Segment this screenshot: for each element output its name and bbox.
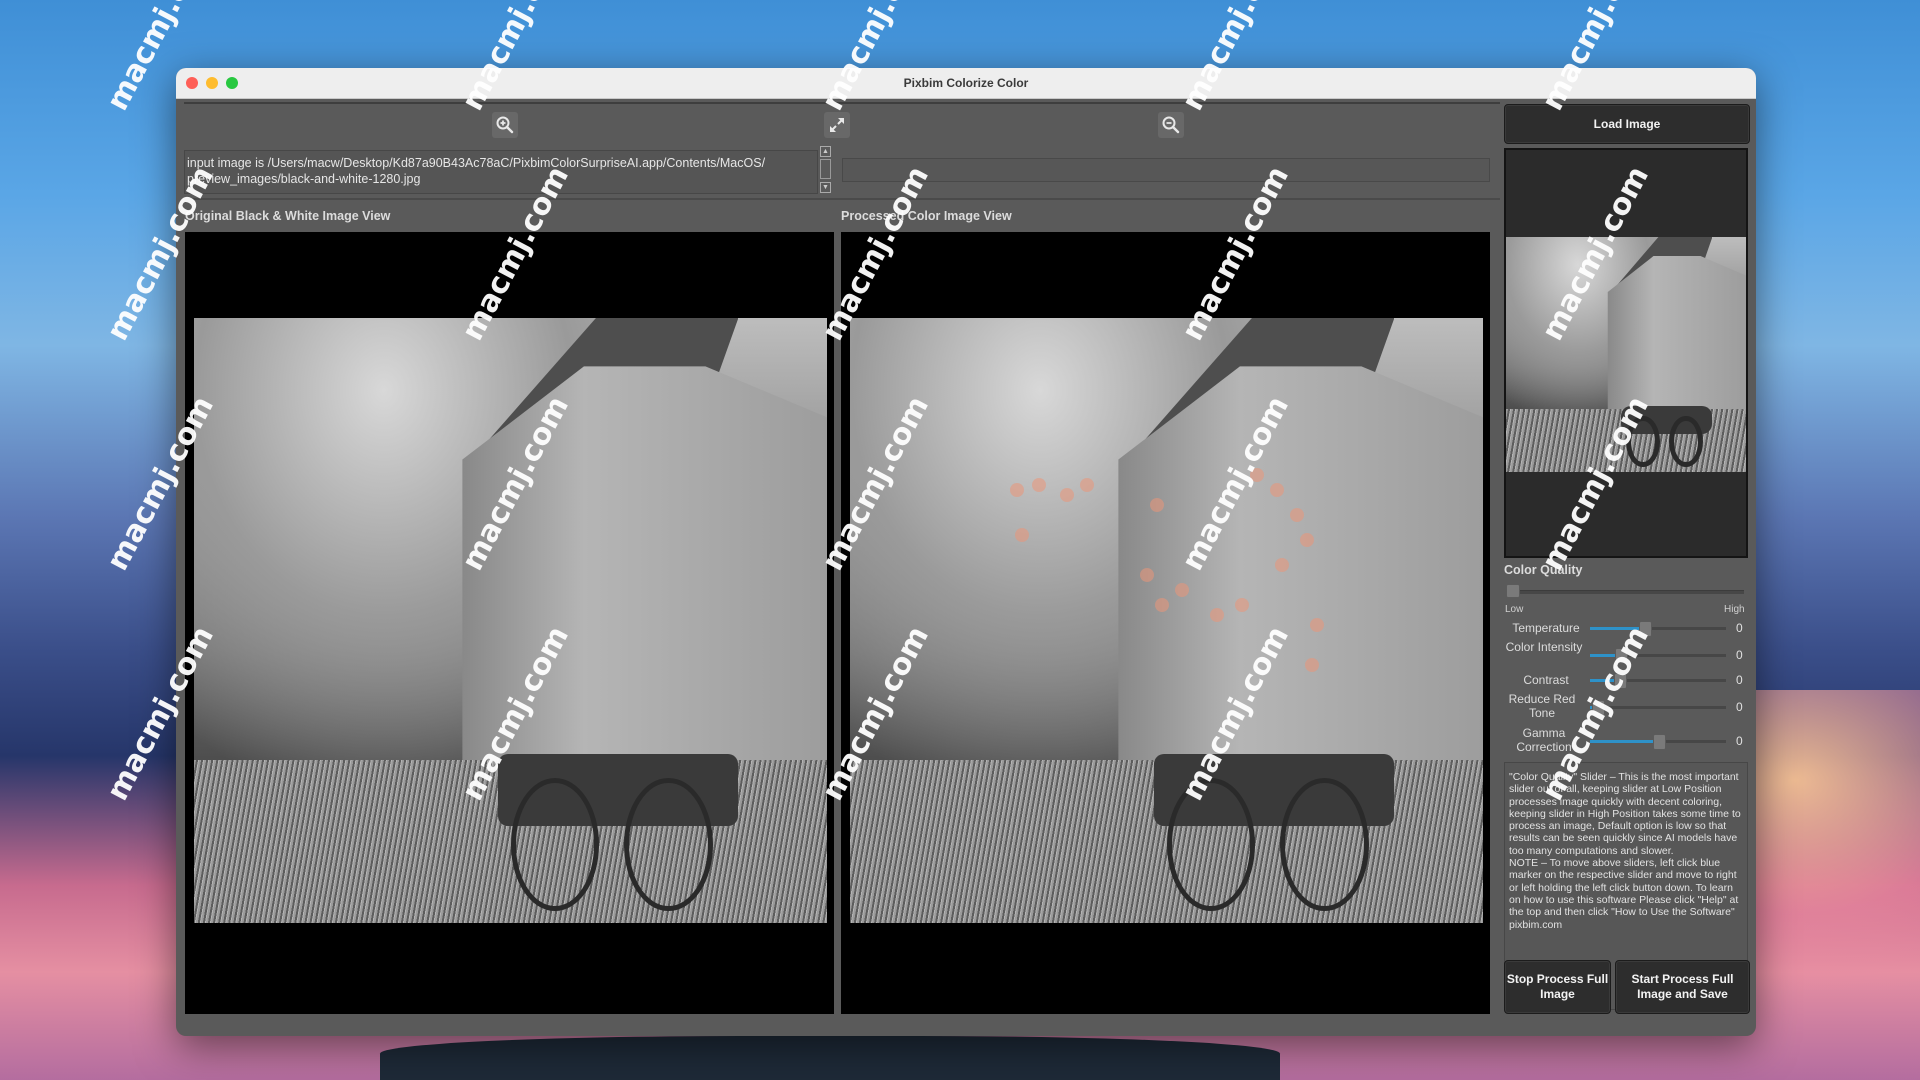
stop-process-button[interactable]: Stop Process Full Image <box>1504 960 1611 1014</box>
original-image-view[interactable] <box>185 232 834 1014</box>
slider-row-color-intensity: Color Intensity 0 <box>1504 640 1748 666</box>
thumbnail-preview <box>1504 148 1748 558</box>
reduce-red-tone-slider[interactable] <box>1590 700 1726 716</box>
title-bar: Pixbim Colorize Color <box>176 68 1756 99</box>
color-blob <box>1060 488 1074 502</box>
scroll-up-arrow-icon[interactable]: ▲ <box>820 146 831 157</box>
scroll-down-arrow-icon[interactable]: ▼ <box>820 182 831 193</box>
zoom-in-icon <box>496 116 514 134</box>
zoom-out-icon <box>1162 116 1180 134</box>
slider-label: Color Intensity <box>1505 640 1583 654</box>
info-log-line: input image is /Users/macw/Desktop/Kd87a… <box>187 156 766 170</box>
slider-handle[interactable] <box>1591 700 1605 716</box>
color-blob <box>1140 568 1154 582</box>
desktop-wallpaper-rocks <box>380 1036 1280 1080</box>
color-blob <box>1015 528 1029 542</box>
info-log-scrollbar[interactable]: ▲ ▼ <box>820 146 832 194</box>
zoom-out-button[interactable] <box>1158 112 1184 138</box>
color-blob <box>1032 478 1046 492</box>
thumbnail-image <box>1506 237 1746 472</box>
color-quality-slider-handle[interactable] <box>1506 584 1520 598</box>
slider-label: Reduce Red Tone <box>1508 692 1576 720</box>
help-text-content: "Color Quality" Slider – This is the mos… <box>1509 771 1741 931</box>
color-blob <box>1290 508 1304 522</box>
slider-handle[interactable] <box>1614 648 1628 664</box>
slider-handle[interactable] <box>1653 734 1666 750</box>
toolbar-divider <box>184 102 1500 104</box>
color-blob <box>1270 483 1284 497</box>
slider-value: 0 <box>1736 648 1743 662</box>
contrast-slider[interactable] <box>1590 673 1726 689</box>
fit-view-button[interactable] <box>824 112 850 138</box>
processed-image-view[interactable] <box>841 232 1490 1014</box>
color-intensity-slider[interactable] <box>1590 648 1726 664</box>
scroll-thumb[interactable] <box>820 159 831 179</box>
slider-handle[interactable] <box>1613 673 1627 689</box>
color-blob <box>1250 468 1264 482</box>
original-image <box>194 318 827 923</box>
slider-row-reduce-red-tone: Reduce Red Tone 0 <box>1504 692 1748 720</box>
high-label: High <box>1724 604 1745 615</box>
color-quality-label: Color Quality <box>1504 563 1583 577</box>
color-blob <box>1305 658 1319 672</box>
load-image-button[interactable]: Load Image <box>1504 104 1750 144</box>
color-blob <box>1010 483 1024 497</box>
start-process-save-button[interactable]: Start Process Full Image and Save <box>1615 960 1750 1014</box>
processed-image <box>850 318 1483 923</box>
color-blob <box>1155 598 1169 612</box>
slider-value: 0 <box>1736 673 1743 687</box>
info-log-line: preview_images/black-and-white-1280.jpg <box>187 172 421 186</box>
section-divider <box>184 198 1500 200</box>
color-blob <box>1275 558 1289 572</box>
app-window: Pixbim Colorize Color input image is /Us… <box>176 68 1756 1036</box>
slider-value: 0 <box>1736 734 1743 748</box>
window-title: Pixbim Colorize Color <box>903 76 1029 90</box>
status-field[interactable] <box>842 158 1490 182</box>
temperature-slider[interactable] <box>1590 621 1726 637</box>
expand-arrows-icon <box>830 118 844 132</box>
color-blob <box>1080 478 1094 492</box>
zoom-in-button[interactable] <box>492 112 518 138</box>
slider-label: Gamma Correction <box>1516 726 1572 754</box>
color-quality-slider[interactable] <box>1508 590 1744 594</box>
slider-value: 0 <box>1736 621 1743 635</box>
original-view-label: Original Black & White Image View <box>185 209 391 223</box>
processed-view-label: Processed Color Image View <box>841 209 1012 223</box>
color-blob <box>1300 533 1314 547</box>
slider-handle[interactable] <box>1639 621 1653 637</box>
color-blob <box>1210 608 1224 622</box>
info-log-textarea[interactable]: input image is /Users/macw/Desktop/Kd87a… <box>184 150 818 194</box>
slider-row-gamma-correction: Gamma Correction 0 <box>1504 726 1748 754</box>
low-label: Low <box>1505 604 1524 615</box>
color-blob <box>1175 583 1189 597</box>
color-blob <box>1150 498 1164 512</box>
gamma-correction-slider[interactable] <box>1590 734 1726 750</box>
slider-label: Contrast <box>1523 673 1569 687</box>
color-blob <box>1235 598 1249 612</box>
slider-value: 0 <box>1736 700 1743 714</box>
slider-label: Temperature <box>1512 621 1580 635</box>
color-blob <box>1310 618 1324 632</box>
